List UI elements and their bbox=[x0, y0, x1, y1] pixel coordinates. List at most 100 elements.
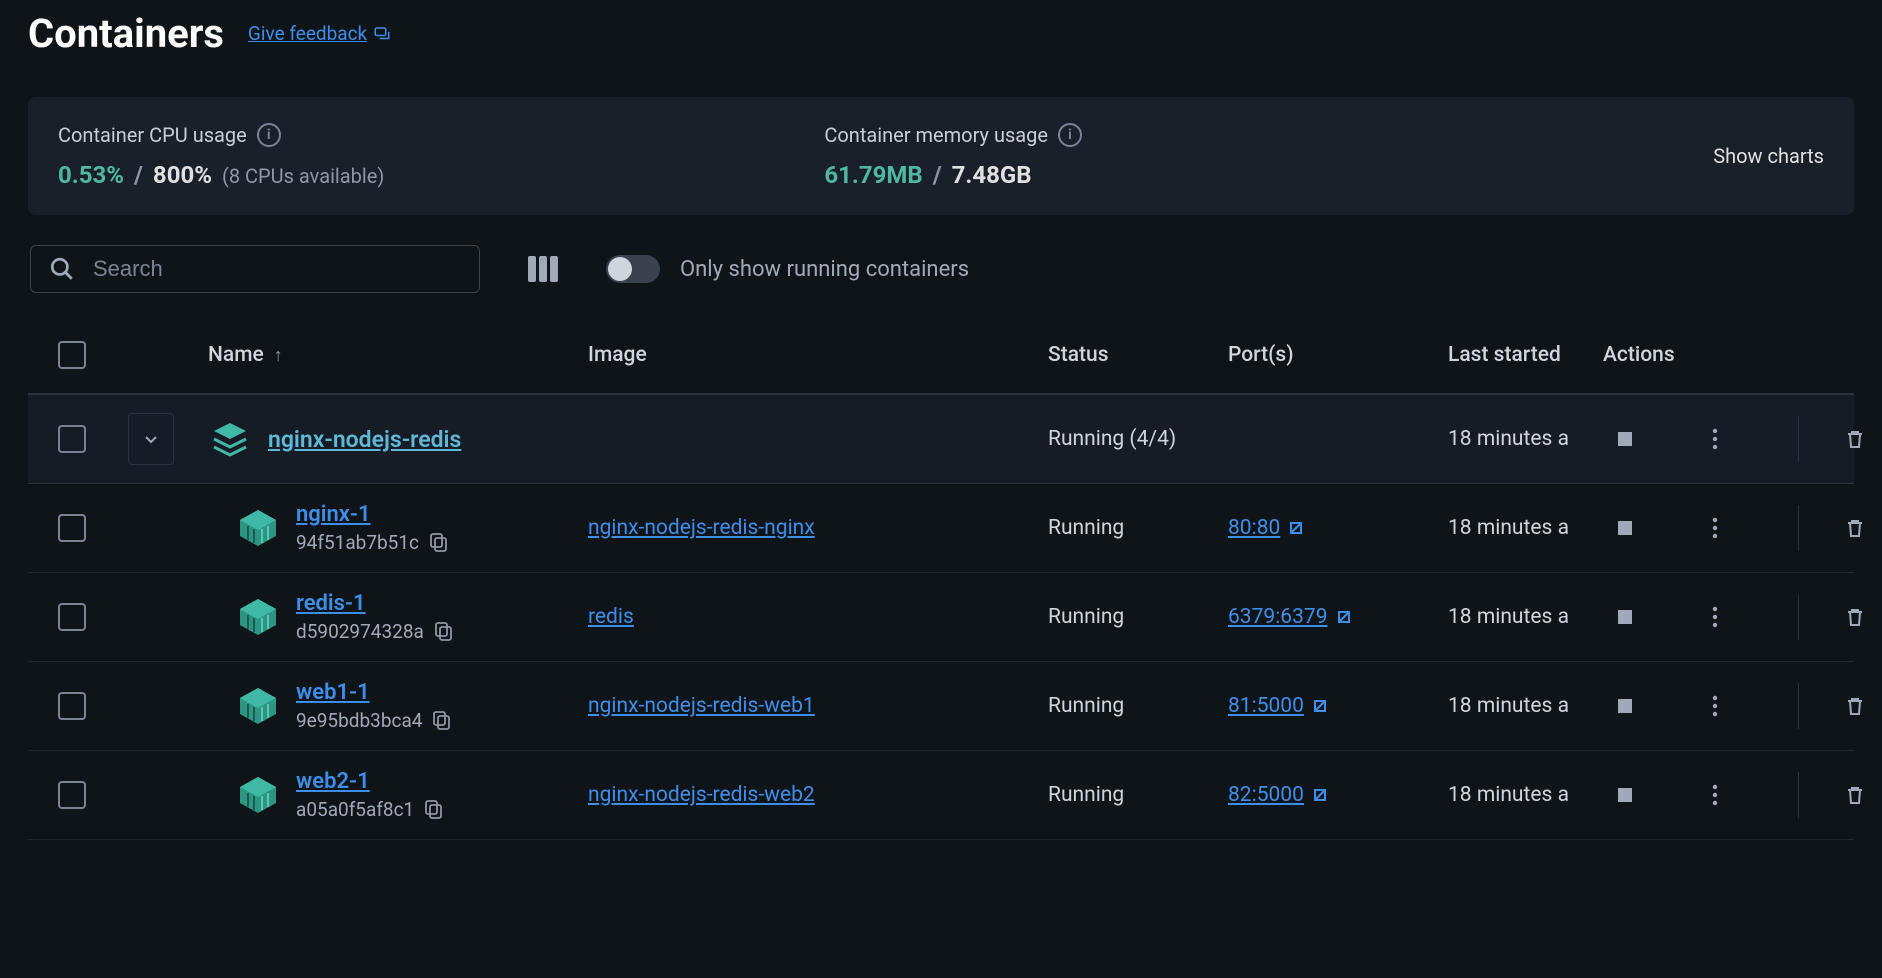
image-link[interactable]: redis bbox=[588, 605, 634, 629]
status-text: Running bbox=[1048, 516, 1228, 540]
search-box[interactable] bbox=[30, 245, 480, 293]
action-divider bbox=[1798, 594, 1799, 640]
container-hash: 94f51ab7b51c bbox=[296, 531, 419, 554]
action-divider bbox=[1798, 416, 1799, 462]
open-external-icon bbox=[1336, 609, 1352, 625]
last-started-text: 18 minutes a bbox=[1448, 783, 1603, 807]
port-link[interactable]: 80:80 bbox=[1228, 516, 1304, 540]
open-external-icon bbox=[1312, 698, 1328, 714]
give-feedback-link[interactable]: Give feedback bbox=[248, 22, 391, 45]
table-row: redis-1d5902974328aredisRunning6379:6379… bbox=[28, 573, 1854, 662]
more-vertical-icon bbox=[1712, 606, 1718, 628]
stop-button[interactable] bbox=[1603, 773, 1647, 817]
delete-button[interactable] bbox=[1833, 684, 1877, 728]
port-link[interactable]: 82:5000 bbox=[1228, 783, 1328, 807]
status-text: Running bbox=[1048, 694, 1228, 718]
delete-button[interactable] bbox=[1833, 417, 1877, 461]
last-started-text: 18 minutes a bbox=[1448, 694, 1603, 718]
image-link[interactable]: nginx-nodejs-redis-web1 bbox=[588, 694, 815, 718]
info-icon[interactable]: i bbox=[1058, 123, 1082, 147]
container-hash: a05a0f5af8c1 bbox=[296, 798, 414, 821]
chevron-down-icon bbox=[143, 431, 159, 447]
more-menu-button[interactable] bbox=[1693, 595, 1737, 639]
row-checkbox[interactable] bbox=[58, 692, 86, 720]
container-hash: d5902974328a bbox=[296, 620, 424, 643]
more-vertical-icon bbox=[1712, 517, 1718, 539]
action-divider bbox=[1798, 683, 1799, 729]
running-only-toggle[interactable] bbox=[606, 255, 660, 283]
more-menu-button[interactable] bbox=[1693, 417, 1737, 461]
container-icon bbox=[236, 595, 280, 639]
stop-button[interactable] bbox=[1603, 684, 1647, 728]
row-checkbox[interactable] bbox=[58, 425, 86, 453]
stop-button[interactable] bbox=[1603, 595, 1647, 639]
col-last-started[interactable]: Last started bbox=[1448, 343, 1603, 367]
cpu-total: 800% bbox=[153, 161, 212, 189]
group-name-link[interactable]: nginx-nodejs-redis bbox=[268, 426, 461, 453]
expand-button[interactable] bbox=[128, 413, 174, 465]
stop-button[interactable] bbox=[1603, 506, 1647, 550]
container-name-link[interactable]: redis-1 bbox=[296, 591, 453, 616]
stack-icon bbox=[208, 417, 252, 461]
stop-button[interactable] bbox=[1603, 417, 1647, 461]
info-icon[interactable]: i bbox=[257, 123, 281, 147]
open-external-icon bbox=[1312, 787, 1328, 803]
copy-icon[interactable] bbox=[424, 799, 443, 820]
last-started-text: 18 minutes a bbox=[1448, 605, 1603, 629]
more-menu-button[interactable] bbox=[1693, 684, 1737, 728]
trash-icon bbox=[1844, 517, 1866, 539]
memory-label: Container memory usage bbox=[824, 123, 1048, 147]
cpu-used: 0.53% bbox=[58, 161, 124, 189]
col-actions: Actions bbox=[1603, 343, 1882, 367]
container-icon bbox=[236, 684, 280, 728]
show-charts-button[interactable]: Show charts bbox=[1713, 144, 1824, 168]
row-checkbox[interactable] bbox=[58, 603, 86, 631]
status-text: Running (4/4) bbox=[1048, 427, 1228, 451]
open-external-icon bbox=[1288, 520, 1304, 536]
copy-icon[interactable] bbox=[429, 532, 448, 553]
image-link[interactable]: nginx-nodejs-redis-web2 bbox=[588, 783, 815, 807]
container-name-link[interactable]: web2-1 bbox=[296, 769, 443, 794]
table-row: web1-19e95bdb3bca4nginx-nodejs-redis-web… bbox=[28, 662, 1854, 751]
last-started-text: 18 minutes a bbox=[1448, 427, 1603, 451]
feedback-label: Give feedback bbox=[248, 22, 367, 45]
table-row: nginx-1 94f51ab7b51c nginx-nodejs-redis-ng… bbox=[28, 484, 1854, 573]
port-link[interactable]: 6379:6379 bbox=[1228, 605, 1352, 629]
trash-icon bbox=[1844, 784, 1866, 806]
memory-sep: / bbox=[933, 161, 942, 189]
copy-icon[interactable] bbox=[434, 621, 453, 642]
more-menu-button[interactable] bbox=[1693, 773, 1737, 817]
stop-icon bbox=[1618, 788, 1632, 802]
container-name-link[interactable]: nginx-1 bbox=[296, 502, 448, 527]
stop-icon bbox=[1618, 521, 1632, 535]
cpu-stat: Container CPU usage i 0.53% / 800% (8 CP… bbox=[58, 123, 384, 189]
action-divider bbox=[1798, 772, 1799, 818]
copy-icon[interactable] bbox=[432, 710, 451, 731]
col-image[interactable]: Image bbox=[588, 343, 1048, 367]
delete-button[interactable] bbox=[1833, 773, 1877, 817]
search-input[interactable] bbox=[93, 256, 461, 282]
delete-button[interactable] bbox=[1833, 595, 1877, 639]
more-vertical-icon bbox=[1712, 695, 1718, 717]
stats-bar: Container CPU usage i 0.53% / 800% (8 CP… bbox=[28, 97, 1854, 215]
memory-used: 61.79MB bbox=[824, 161, 922, 189]
select-all-checkbox[interactable] bbox=[58, 341, 86, 369]
status-text: Running bbox=[1048, 783, 1228, 807]
trash-icon bbox=[1844, 606, 1866, 628]
delete-button[interactable] bbox=[1833, 506, 1877, 550]
table-row: web2-1 a05a0f5af8c1 nginx-nodejs-redis-web… bbox=[28, 751, 1854, 840]
image-link[interactable]: nginx-nodejs-redis-nginx bbox=[588, 516, 815, 540]
sort-up-icon[interactable]: ↑ bbox=[274, 345, 283, 366]
port-link[interactable]: 81:5000 bbox=[1228, 694, 1328, 718]
more-menu-button[interactable] bbox=[1693, 506, 1737, 550]
col-status[interactable]: Status bbox=[1048, 343, 1228, 367]
table-header: Name ↑ Image Status Port(s) Last started… bbox=[28, 317, 1854, 394]
col-ports[interactable]: Port(s) bbox=[1228, 343, 1448, 367]
columns-button[interactable] bbox=[522, 250, 564, 288]
toggle-knob bbox=[608, 257, 632, 281]
cpu-note: (8 CPUs available) bbox=[222, 164, 384, 188]
row-checkbox[interactable] bbox=[58, 514, 86, 542]
container-name-link[interactable]: web1-1 bbox=[296, 680, 451, 705]
col-name[interactable]: Name bbox=[208, 343, 264, 367]
row-checkbox[interactable] bbox=[58, 781, 86, 809]
